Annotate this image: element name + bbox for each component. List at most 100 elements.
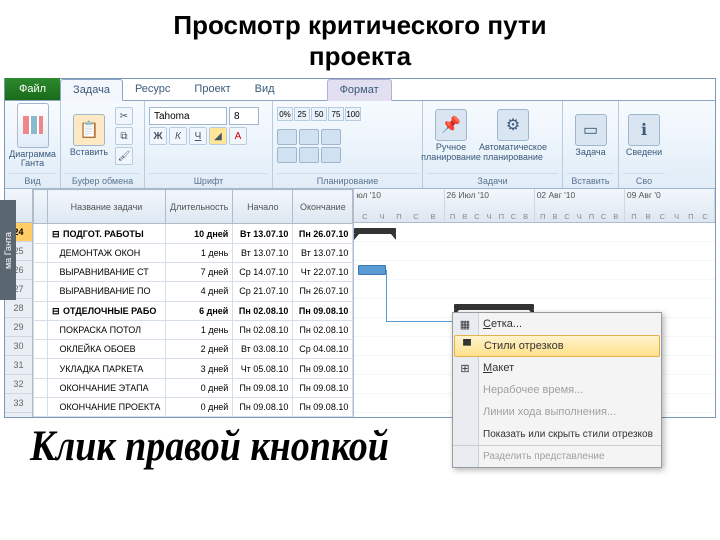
group-font-label: Шрифт <box>149 173 268 188</box>
insert-task-button[interactable]: ▭ Задача <box>567 103 614 169</box>
barstyle-icon: ▀ <box>459 338 475 354</box>
row-index[interactable]: 31 <box>5 356 32 375</box>
table-row[interactable]: ОКЛЕЙКА ОБОЕВ2 днейВт 03.08.10Ср 04.08.1… <box>34 340 353 359</box>
info-label: Сведени <box>626 148 662 158</box>
pct-0[interactable]: 0% <box>277 107 293 121</box>
ctx-progress-lines[interactable]: Линии хода выполнения... <box>453 401 661 423</box>
summary-bar-24[interactable] <box>354 228 396 234</box>
pct-75[interactable]: 75 <box>328 107 344 121</box>
clipboard-icon: 📋 <box>73 114 105 146</box>
manual-label: Ручное планирование <box>421 143 481 163</box>
week-1: юл '10 <box>356 190 441 200</box>
gantt-chart-button[interactable]: Диаграмма Ганта <box>9 103 56 169</box>
tab-resource[interactable]: Ресурс <box>123 78 182 100</box>
row-index[interactable]: 28 <box>5 299 32 318</box>
format-painter-button[interactable]: 🖌 <box>115 147 133 165</box>
col-start[interactable]: Начало <box>233 190 293 224</box>
underline-button[interactable]: Ч <box>189 127 207 145</box>
group-insert-label: Вставить <box>567 173 614 188</box>
task-icon: ▭ <box>575 114 607 146</box>
table-row[interactable]: ПОКРАСКА ПОТОЛ1 деньПн 02.08.10Пн 02.08.… <box>34 320 353 339</box>
task-info-button[interactable]: ℹ Сведени <box>623 103 665 169</box>
timeline-header: юл '10СЧПСВ 26 Июл '10ПВСЧПСВ 02 Авг '10… <box>354 189 715 223</box>
group-props-label: Сво <box>623 173 665 188</box>
pushpin-icon: 📌 <box>435 109 467 141</box>
cut-button[interactable]: ✂ <box>115 107 133 125</box>
row-index[interactable]: 30 <box>5 337 32 356</box>
ctx-split-label: Разделить представление <box>483 451 605 462</box>
copy-button[interactable]: ⧉ <box>115 127 133 145</box>
tab-file[interactable]: Файл <box>5 78 60 100</box>
page-title-line1: Просмотр критического пути <box>173 10 546 40</box>
auto-icon: ⚙ <box>497 109 529 141</box>
side-label: ма Ганта <box>0 200 16 300</box>
gantt-icon <box>17 103 49 147</box>
tab-format[interactable]: Формат <box>327 79 392 101</box>
row-index[interactable]: 29 <box>5 318 32 337</box>
group-tasks-label: Задачи <box>427 173 558 188</box>
indent-icon[interactable] <box>299 147 319 163</box>
table-row[interactable]: ПОДГОТ. РАБОТЫ10 днейВт 13.07.10Пн 26.07… <box>34 224 353 243</box>
ctx-layout[interactable]: ⊞ Макет <box>453 357 661 379</box>
link-tasks-icon[interactable] <box>277 129 297 145</box>
auto-schedule-button[interactable]: ⚙ Автоматическое планирование <box>477 103 549 169</box>
bold-button[interactable]: Ж <box>149 127 167 145</box>
font-size-combo[interactable]: 8 <box>229 107 259 125</box>
summary-bar-28[interactable] <box>454 304 534 310</box>
grid-icon: ▦ <box>457 316 473 332</box>
pct-50[interactable]: 50 <box>311 107 327 121</box>
link-line <box>386 270 454 322</box>
tab-view[interactable]: Вид <box>243 78 287 100</box>
ctx-split-view[interactable]: Разделить представление <box>453 445 661 467</box>
week-4: 09 Авг '0 <box>627 190 712 200</box>
ctx-nonworking[interactable]: Нерабочее время... <box>453 379 661 401</box>
group-planning-label: Планирование <box>277 173 418 188</box>
week-3: 02 Авг '10 <box>537 190 622 200</box>
font-color-button[interactable]: A <box>229 127 247 145</box>
info-icon: ℹ <box>628 114 660 146</box>
unlink-tasks-icon[interactable] <box>299 129 319 145</box>
table-row[interactable]: ДЕМОНТАЖ ОКОН1 деньВт 13.07.10Вт 13.07.1… <box>34 243 353 262</box>
inspect-icon[interactable] <box>321 147 341 163</box>
ctx-progress-label: Линии хода выполнения... <box>483 406 616 418</box>
table-row[interactable]: ОТДЕЛОЧНЫЕ РАБО6 днейПн 02.08.10Пн 09.08… <box>34 301 353 320</box>
context-menu[interactable]: ▦ Сетка... ▀ Стили отрезков ⊞ Макет Нера… <box>452 312 662 468</box>
task-bar-27[interactable] <box>358 265 386 275</box>
pct-100[interactable]: 100 <box>345 107 361 121</box>
ctx-showhide-label: Показать или скрыть стили отрезков <box>483 429 653 440</box>
col-name[interactable]: Название задачи <box>48 190 166 224</box>
paste-button[interactable]: 📋 Вставить <box>65 103 113 169</box>
ctx-nonwork-label: Нерабочее время... <box>483 384 583 396</box>
ctx-barstyles-label: Стили отрезков <box>484 340 564 352</box>
layout-icon: ⊞ <box>457 360 473 376</box>
outdent-icon[interactable] <box>277 147 297 163</box>
font-name-combo[interactable]: Tahoma <box>149 107 227 125</box>
table-row[interactable]: УКЛАДКА ПАРКЕТА3 днейЧт 05.08.10Пн 09.08… <box>34 359 353 378</box>
row-index[interactable]: 33 <box>5 394 32 413</box>
table-row[interactable]: ВЫРАВНИВАНИЕ СТ7 днейСр 14.07.10Чт 22.07… <box>34 262 353 281</box>
ctx-gridlines[interactable]: ▦ Сетка... <box>453 313 661 335</box>
task-table[interactable]: Название задачи Длительность Начало Окон… <box>33 189 353 417</box>
italic-button[interactable]: К <box>169 127 187 145</box>
gantt-label: Диаграмма Ганта <box>9 150 56 170</box>
col-duration[interactable]: Длительность <box>166 190 233 224</box>
table-row[interactable]: ОКОНЧАНИЕ ЭТАПА0 днейПн 09.08.10Пн 09.08… <box>34 378 353 397</box>
page-title-line2: проекта <box>309 41 411 71</box>
insert-task-label: Задача <box>575 148 605 158</box>
tab-project[interactable]: Проект <box>182 78 242 100</box>
ribbon-tabs: Файл Задача Ресурс Проект Вид Формат <box>5 79 715 101</box>
paste-label: Вставить <box>70 148 108 158</box>
col-indicator[interactable] <box>34 190 48 224</box>
ctx-show-hide-bars[interactable]: Показать или скрыть стили отрезков <box>453 423 661 445</box>
col-finish[interactable]: Окончание <box>293 190 353 224</box>
pct-25[interactable]: 25 <box>294 107 310 121</box>
row-index[interactable]: 32 <box>5 375 32 394</box>
split-task-icon[interactable] <box>321 129 341 145</box>
tab-task[interactable]: Задача <box>60 79 123 101</box>
week-2: 26 Июл '10 <box>447 190 532 200</box>
manual-schedule-button[interactable]: 📌 Ручное планирование <box>427 103 475 169</box>
group-clipboard-label: Буфер обмена <box>65 173 140 188</box>
ctx-bar-styles[interactable]: ▀ Стили отрезков <box>454 335 660 357</box>
table-row[interactable]: ВЫРАВНИВАНИЕ ПО4 днейСр 21.07.10Пн 26.07… <box>34 282 353 301</box>
fill-color-button[interactable]: ◢ <box>209 127 227 145</box>
